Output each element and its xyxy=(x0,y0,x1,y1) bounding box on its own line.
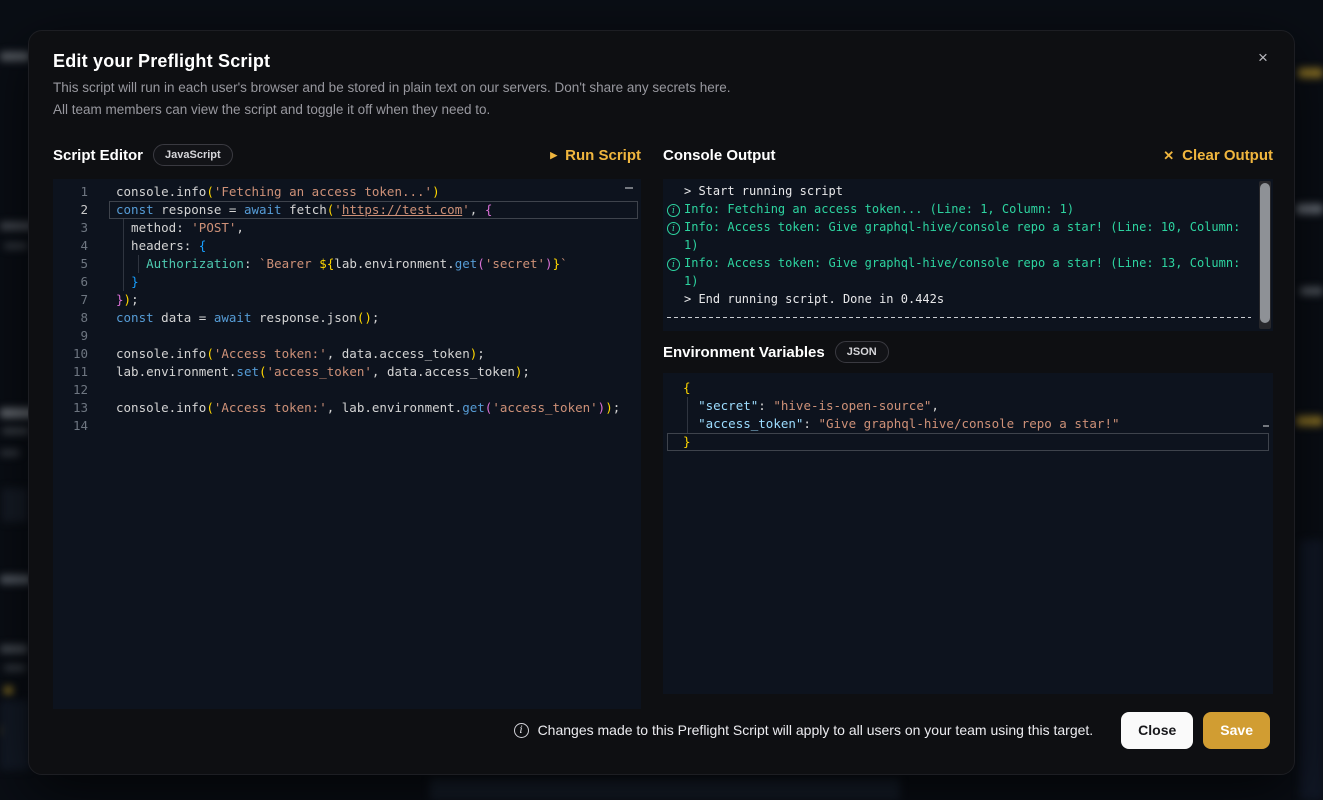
line-number: 8 xyxy=(53,309,88,327)
preflight-script-dialog: Edit your Preflight Script This script w… xyxy=(28,30,1295,775)
dialog-description: This script will run in each user's brow… xyxy=(53,77,730,121)
code-line[interactable]: 6 } xyxy=(53,273,641,291)
console-scrollbar-thumb[interactable] xyxy=(1260,183,1270,323)
code-line[interactable]: 1console.info('Fetching an access token.… xyxy=(53,183,641,201)
line-number: 11 xyxy=(53,363,88,381)
console-text: > End running script. Done in 0.442s xyxy=(684,290,1251,308)
line-number: 6 xyxy=(53,273,88,291)
code-line[interactable]: 5 Authorization: `Bearer ${lab.environme… xyxy=(53,255,641,273)
script-editor-header: Script Editor JavaScript ▶ Run Script xyxy=(53,142,641,168)
description-line-1: This script will run in each user's brow… xyxy=(53,77,730,99)
code-line[interactable]: 9 xyxy=(53,327,641,345)
line-number: 12 xyxy=(53,381,88,399)
console-line: i Info: Access token: Give graphql-hive/c… xyxy=(667,218,1251,254)
code-line[interactable]: 11lab.environment.set('access_token', da… xyxy=(53,363,641,381)
run-script-button[interactable]: ▶ Run Script xyxy=(550,147,641,164)
close-button[interactable]: Close xyxy=(1121,712,1193,749)
line-number: 9 xyxy=(53,327,88,345)
console-line: > End running script. Done in 0.442s xyxy=(667,290,1251,308)
line-number: 5 xyxy=(53,255,88,273)
code-line[interactable]: 3 method: 'POST', xyxy=(53,219,641,237)
code-line[interactable]: 12 xyxy=(53,381,641,399)
code-line[interactable]: 13console.info('Access token:', lab.envi… xyxy=(53,399,641,417)
current-line-highlight xyxy=(667,433,1269,451)
code-line[interactable]: 7}); xyxy=(53,291,641,309)
clear-output-label: Clear Output xyxy=(1182,147,1273,164)
console-text: > Start running script xyxy=(684,182,1251,200)
console-text: Info: Fetching an access token... (Line:… xyxy=(684,200,1251,218)
footer-notice-text: Changes made to this Preflight Script wi… xyxy=(538,722,1094,738)
line-number: 4 xyxy=(53,237,88,255)
line-number: 14 xyxy=(53,417,88,435)
console-line: i Info: Access token: Give graphql-hive/c… xyxy=(667,254,1251,290)
code-line[interactable]: } xyxy=(683,433,1265,451)
run-script-label: Run Script xyxy=(565,147,641,164)
code-line[interactable]: "access_token": "Give graphql-hive/conso… xyxy=(683,415,1265,433)
line-number: 7 xyxy=(53,291,88,309)
line-number: 3 xyxy=(53,219,88,237)
code-line[interactable]: 2const response = await fetch('https://t… xyxy=(53,201,641,219)
play-icon: ▶ xyxy=(550,151,557,160)
environment-variables-header: Environment Variables JSON xyxy=(663,339,1273,365)
line-number: 2 xyxy=(53,201,88,219)
clear-icon: ✕ xyxy=(1163,149,1174,162)
code-line[interactable]: "secret": "hive-is-open-source", xyxy=(683,397,1265,415)
line-number: 1 xyxy=(53,183,88,201)
code-line[interactable]: 8const data = await response.json(); xyxy=(53,309,641,327)
dialog-title: Edit your Preflight Script xyxy=(53,51,270,72)
console-line: > Start running script xyxy=(667,182,1251,200)
footer-notice: i Changes made to this Preflight Script … xyxy=(514,722,1094,738)
javascript-badge: JavaScript xyxy=(153,144,233,166)
json-badge: JSON xyxy=(835,341,889,363)
code-line[interactable]: 10console.info('Access token:', data.acc… xyxy=(53,345,641,363)
info-circle-icon: i xyxy=(667,222,680,235)
info-icon: i xyxy=(514,723,529,738)
description-line-2: All team members can view the script and… xyxy=(53,99,730,121)
console-text: Info: Access token: Give graphql-hive/co… xyxy=(684,218,1251,254)
code-line[interactable]: 4 headers: { xyxy=(53,237,641,255)
script-code-editor[interactable]: 1console.info('Fetching an access token.… xyxy=(53,179,641,709)
console-output-header: Console Output ✕ Clear Output xyxy=(663,142,1273,168)
info-circle-icon: i xyxy=(667,204,680,217)
script-editor-title: Script Editor xyxy=(53,147,143,164)
environment-variables-title: Environment Variables xyxy=(663,344,825,361)
console-output-panel: > Start running script i Info: Fetching an… xyxy=(663,179,1273,331)
save-button[interactable]: Save xyxy=(1203,712,1270,749)
close-icon[interactable]: × xyxy=(1250,45,1276,71)
environment-variables-editor[interactable]: { "secret": "hive-is-open-source", "acce… xyxy=(663,373,1273,694)
code-line[interactable]: 14 xyxy=(53,417,641,435)
info-circle-icon: i xyxy=(667,258,680,271)
dialog-footer: i Changes made to this Preflight Script … xyxy=(53,709,1270,751)
console-line: i Info: Fetching an access token... (Line… xyxy=(667,200,1251,218)
line-number: 10 xyxy=(53,345,88,363)
console-scrollbar[interactable] xyxy=(1259,181,1271,329)
console-text: Info: Access token: Give graphql-hive/co… xyxy=(684,254,1251,290)
clear-output-button[interactable]: ✕ Clear Output xyxy=(1163,147,1273,164)
line-number: 13 xyxy=(53,399,88,417)
console-output-title: Console Output xyxy=(663,147,776,164)
console-separator xyxy=(667,308,1251,326)
code-line[interactable]: { xyxy=(683,379,1265,397)
